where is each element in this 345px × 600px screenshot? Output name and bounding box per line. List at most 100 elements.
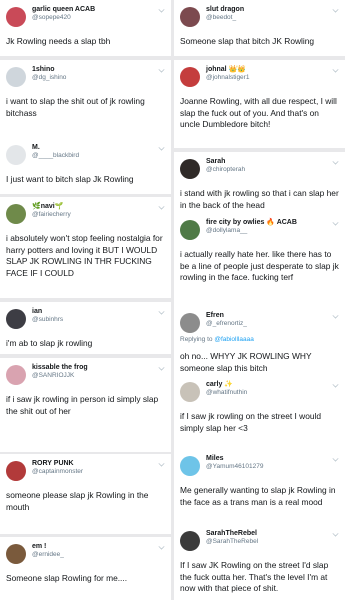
tweet-card[interactable]: garlic queen ACAB @sopepe420 Jk Rowling ne…: [0, 0, 171, 56]
tweet-card[interactable]: M. @____blackbird I just want to bitch sla…: [0, 138, 171, 194]
tweet-text: i absolutely won't stop feeling nostalgi…: [6, 233, 163, 278]
avatar[interactable]: [6, 7, 26, 27]
user-handle[interactable]: @_efrenortiz_: [206, 320, 247, 328]
avatar[interactable]: [180, 220, 200, 240]
display-name[interactable]: Miles: [206, 455, 263, 463]
tweet-text: Jk Rowling needs a slap tbh: [6, 36, 111, 46]
author-block: em ! @ernidee_: [32, 543, 64, 559]
avatar[interactable]: [6, 309, 26, 329]
user-handle[interactable]: @subinhrs: [32, 316, 63, 324]
user-handle[interactable]: @chiropterah: [206, 166, 245, 174]
tweet-card[interactable]: carly ✨ @whatifnuthin if I saw jk rowling …: [174, 375, 345, 449]
avatar[interactable]: [180, 67, 200, 87]
author-block: Efren @_efrenortiz_: [206, 312, 247, 328]
tweet-text: Someone slap that bitch JK Rowling: [180, 36, 315, 46]
display-name[interactable]: Sarah: [206, 158, 245, 166]
tweet-card[interactable]: Miles @Yamum46101279 Me generally wanting …: [174, 449, 345, 524]
display-name[interactable]: ian: [32, 308, 63, 316]
avatar[interactable]: [180, 313, 200, 333]
author-block: slut dragon @beedot_: [206, 6, 244, 22]
tweet-card[interactable]: slut dragon @beedot_ Someone slap that bit…: [174, 0, 345, 56]
user-handle[interactable]: @____blackbird: [32, 152, 79, 160]
avatar[interactable]: [6, 204, 26, 224]
avatar[interactable]: [180, 159, 200, 179]
tweet-card[interactable]: 🌿navi🌱 @fairiecherry i absolutely won't st…: [0, 197, 171, 298]
tweet-header: slut dragon @beedot_: [180, 6, 339, 28]
tweet-header: fire city by owlies 🔥 ACAB @dollylama__: [180, 219, 339, 241]
author-block: johnal 👑👑 @johnalstiger1: [206, 66, 249, 82]
author-block: fire city by owlies 🔥 ACAB @dollylama__: [206, 219, 297, 235]
avatar[interactable]: [6, 145, 26, 165]
display-name[interactable]: 🌿navi🌱: [32, 203, 71, 211]
tweet-text: i'm ab to slap jk rowling: [6, 338, 93, 348]
avatar[interactable]: [180, 382, 200, 402]
tweet-text: Someone slap Rowling for me....: [6, 573, 128, 583]
author-block: 1shino @dg_ishino: [32, 66, 66, 82]
tweet-card[interactable]: SarahTheRebel @SarahTheRebel If I saw JK R…: [174, 524, 345, 600]
tweet-card[interactable]: johnal 👑👑 @johnalstiger1 Joanne Rowling, w…: [174, 60, 345, 148]
tweet-card[interactable]: kissable the frog @SANRIOJJK if i saw jk r…: [0, 358, 171, 452]
display-name[interactable]: fire city by owlies 🔥 ACAB: [206, 219, 297, 227]
tweet-card[interactable]: ian @subinhrs i'm ab to slap jk rowling: [0, 302, 171, 354]
avatar[interactable]: [6, 365, 26, 385]
screenshot-collage: garlic queen ACAB @sopepe420 Jk Rowling ne…: [0, 0, 345, 600]
display-name[interactable]: em !: [32, 543, 64, 551]
display-name[interactable]: 1shino: [32, 66, 66, 74]
tweet-card[interactable]: RORY PUNK @captainmonster someone please s…: [0, 454, 171, 534]
display-name[interactable]: SarahTheRebel: [206, 530, 258, 538]
tweet-header: Efren @_efrenortiz_: [180, 312, 339, 334]
tweet-header: M. @____blackbird: [6, 144, 165, 166]
avatar[interactable]: [6, 461, 26, 481]
display-name[interactable]: Efren: [206, 312, 247, 320]
user-handle[interactable]: @SarahTheRebel: [206, 538, 258, 546]
author-block: garlic queen ACAB @sopepe420: [32, 6, 95, 22]
tweet-header: SarahTheRebel @SarahTheRebel: [180, 530, 339, 552]
tweet-text: i stand with jk rowling so that i can sl…: [180, 188, 339, 210]
author-block: carly ✨ @whatifnuthin: [206, 381, 247, 397]
user-handle[interactable]: @SANRIOJJK: [32, 372, 88, 380]
user-handle[interactable]: @ernidee_: [32, 551, 64, 559]
author-block: Miles @Yamum46101279: [206, 455, 263, 471]
user-handle[interactable]: @captainmonster: [32, 468, 83, 476]
author-block: M. @____blackbird: [32, 144, 79, 160]
user-handle[interactable]: @johnalstiger1: [206, 74, 249, 82]
display-name[interactable]: kissable the frog: [32, 364, 88, 372]
user-handle[interactable]: @fairiecherry: [32, 211, 71, 219]
tweet-card[interactable]: Efren @_efrenortiz_ Replying to @fabiollla…: [174, 306, 345, 378]
avatar[interactable]: [180, 456, 200, 476]
display-name[interactable]: garlic queen ACAB: [32, 6, 95, 14]
avatar[interactable]: [180, 531, 200, 551]
tweet-text: someone please slap jk Rowling in the mo…: [6, 490, 149, 512]
tweet-header: em ! @ernidee_: [6, 543, 165, 565]
avatar[interactable]: [6, 544, 26, 564]
tweet-header: Miles @Yamum46101279: [180, 455, 339, 477]
reply-prefix: Replying to: [180, 336, 213, 343]
tweet-text: if I saw jk rowling on the street I woul…: [180, 411, 322, 433]
author-block: 🌿navi🌱 @fairiecherry: [32, 203, 71, 219]
avatar[interactable]: [6, 67, 26, 87]
author-block: kissable the frog @SANRIOJJK: [32, 364, 88, 380]
reply-to-link[interactable]: @fabiolllaaaa: [214, 336, 254, 343]
display-name[interactable]: johnal 👑👑: [206, 66, 249, 74]
user-handle[interactable]: @Yamum46101279: [206, 463, 263, 471]
avatar[interactable]: [180, 7, 200, 27]
user-handle[interactable]: @dollylama__: [206, 227, 297, 235]
tweet-header: Sarah @chiropterah: [180, 158, 339, 180]
user-handle[interactable]: @dg_ishino: [32, 74, 66, 82]
display-name[interactable]: carly ✨: [206, 381, 247, 389]
tweet-card[interactable]: fire city by owlies 🔥 ACAB @dollylama__i …: [174, 213, 345, 308]
user-handle[interactable]: @sopepe420: [32, 14, 95, 22]
display-name[interactable]: RORY PUNK: [32, 460, 83, 468]
tweet-text: i actually really hate her. like there h…: [180, 249, 339, 282]
display-name[interactable]: slut dragon: [206, 6, 244, 14]
tweet-header: kissable the frog @SANRIOJJK: [6, 364, 165, 386]
user-handle[interactable]: @beedot_: [206, 14, 244, 22]
tweet-header: RORY PUNK @captainmonster: [6, 460, 165, 482]
user-handle[interactable]: @whatifnuthin: [206, 389, 247, 397]
tweet-header: garlic queen ACAB @sopepe420: [6, 6, 165, 28]
author-block: Sarah @chiropterah: [206, 158, 245, 174]
tweet-card[interactable]: em ! @ernidee_ Someone slap Rowling for me…: [0, 537, 171, 600]
display-name[interactable]: M.: [32, 144, 79, 152]
tweet-card[interactable]: 1shino @dg_ishino i want to slap the shit …: [0, 60, 171, 148]
tweet-text: Joanne Rowling, with all due respect, I …: [180, 96, 337, 129]
